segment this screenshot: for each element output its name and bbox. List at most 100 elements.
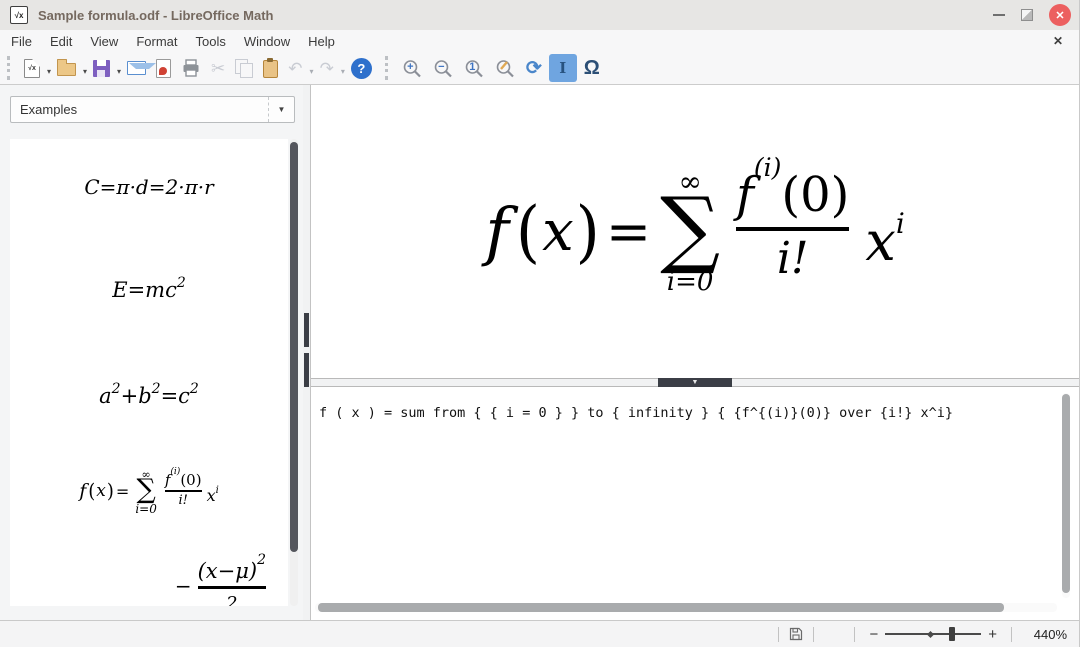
app-window: √x Sample formula.odf - LibreOffice Math… xyxy=(0,0,1080,647)
toolbar-grip[interactable] xyxy=(7,56,12,80)
copy-icon xyxy=(235,59,253,77)
menu-view[interactable]: View xyxy=(81,32,127,51)
example-pythagoras-formula[interactable]: a2+b2=c2 xyxy=(10,383,288,408)
gauss-fraction-bar xyxy=(198,586,266,589)
menu-format[interactable]: Format xyxy=(127,32,186,51)
undo-icon: ↶ xyxy=(288,60,302,77)
mini-f: f xyxy=(79,482,86,501)
vertical-splitter-handle[interactable] xyxy=(304,313,309,347)
formula-preview-area[interactable]: f ( x ) = ∞ ∑ i=0 f(i)(0) i! xi xyxy=(311,85,1079,378)
panel-splitter-horizontal[interactable]: ▼ xyxy=(311,378,1079,387)
formula-equals: = xyxy=(606,205,651,259)
category-selector[interactable]: Examples ▼ xyxy=(10,96,295,123)
show-all-button[interactable] xyxy=(492,54,519,82)
panel-splitter-vertical[interactable] xyxy=(303,85,311,620)
close-document-button[interactable]: ✕ xyxy=(1053,34,1063,48)
print-button[interactable] xyxy=(178,54,204,82)
text-cursor-icon: I xyxy=(552,58,574,78)
statusbar: − + 440% xyxy=(0,621,1079,647)
gauss-den: 2 xyxy=(226,593,237,606)
formula-cursor-button[interactable]: I xyxy=(549,54,577,82)
export-pdf-button[interactable] xyxy=(153,54,174,82)
category-selector-value: Examples xyxy=(11,102,268,117)
menu-tools[interactable]: Tools xyxy=(186,32,234,51)
pdf-icon xyxy=(156,59,171,78)
example-taylor-formula[interactable]: f ( x ) = ∞ ∑ i=0 f(i)(0) i! xyxy=(10,469,288,515)
toolbar-separator xyxy=(385,56,389,80)
open-button[interactable] xyxy=(54,54,79,82)
mini-close-paren: ) xyxy=(107,482,114,501)
statusbar-separator xyxy=(1011,627,1012,642)
rendered-formula: f ( x ) = ∞ ∑ i=0 f(i)(0) i! xi xyxy=(485,168,905,295)
paste-button[interactable] xyxy=(260,54,281,82)
help-icon: ? xyxy=(351,58,372,79)
horizontal-splitter-handle[interactable]: ▼ xyxy=(658,378,732,387)
zoom-in-button[interactable]: + xyxy=(399,54,426,82)
example-circle-formula[interactable]: C=π·d=2·π·r xyxy=(10,175,288,199)
example-gauss-formula[interactable]: − (x−μ)2 2 xyxy=(10,547,288,602)
restore-button[interactable] xyxy=(1021,9,1033,21)
editor-vertical-scrollbar-thumb[interactable] xyxy=(1062,394,1070,593)
zoom-100-button[interactable]: 1 xyxy=(461,54,488,82)
emc-base: E=mc xyxy=(112,278,177,302)
zoom-in-control[interactable]: + xyxy=(983,627,1002,642)
mini-num-arg: (0) xyxy=(180,473,201,488)
update-button[interactable]: ⟳ xyxy=(523,54,545,82)
mini-num-sup: (i) xyxy=(170,468,180,477)
sidebar-scrollbar[interactable] xyxy=(290,139,298,606)
command-editor[interactable]: f ( x ) = sum from { { i = 0 } } to { in… xyxy=(311,387,1079,620)
editor-horizontal-scrollbar-thumb[interactable] xyxy=(318,603,1004,612)
open-dropdown-arrow[interactable]: ▾ xyxy=(83,67,87,76)
pyth-a-sup: 2 xyxy=(112,381,121,397)
mini-fraction-bar xyxy=(165,490,202,492)
scissors-icon: ✂ xyxy=(211,60,225,77)
zoom-slider[interactable] xyxy=(885,626,981,642)
save-dropdown-arrow[interactable]: ▾ xyxy=(117,67,121,76)
gauss-minus: − xyxy=(175,574,192,598)
new-formula-button[interactable]: √x xyxy=(21,54,43,82)
save-floppy-icon xyxy=(93,60,110,77)
titlebar: √x Sample formula.odf - LibreOffice Math… xyxy=(0,0,1079,30)
close-window-button[interactable]: ✕ xyxy=(1049,4,1071,26)
new-dropdown-arrow[interactable]: ▾ xyxy=(47,67,51,76)
app-icon: √x xyxy=(10,6,28,24)
minimize-button[interactable] xyxy=(993,14,1005,16)
sidebar-scrollbar-thumb[interactable] xyxy=(290,142,298,552)
email-document-button[interactable] xyxy=(124,54,149,82)
category-dropdown-button[interactable]: ▼ xyxy=(268,97,294,122)
examples-list: C=π·d=2·π·r E=mc2 a2+b2=c2 f ( x ) = ∞ ∑… xyxy=(10,139,288,606)
zoom-in-icon: + xyxy=(402,58,423,79)
formula-sigma: ∑ xyxy=(660,192,720,266)
mini-sigma: ∑ xyxy=(136,478,155,502)
editor-horizontal-scrollbar[interactable] xyxy=(315,603,1057,612)
menu-window[interactable]: Window xyxy=(235,32,299,51)
editor-vertical-scrollbar[interactable] xyxy=(1062,393,1070,598)
window-title: Sample formula.odf - LibreOffice Math xyxy=(38,8,273,23)
statusbar-separator xyxy=(854,627,855,642)
formula-num-sup: (i) xyxy=(754,155,782,180)
menu-edit[interactable]: Edit xyxy=(41,32,81,51)
zoom-out-button[interactable]: − xyxy=(430,54,457,82)
redo-icon: ↷ xyxy=(320,60,334,77)
zoom-slider-thumb[interactable] xyxy=(949,627,955,641)
formula-num-f: f xyxy=(736,171,754,219)
vertical-splitter-handle[interactable] xyxy=(304,353,309,387)
symbols-catalog-button[interactable]: Ω xyxy=(581,54,603,82)
new-document-icon: √x xyxy=(24,59,40,78)
zoom-level-value[interactable]: 440% xyxy=(1021,627,1067,642)
email-icon xyxy=(127,61,146,75)
mini-var: x xyxy=(207,488,216,504)
menu-file[interactable]: File xyxy=(2,32,41,51)
mini-open-paren: ( xyxy=(88,482,95,501)
printer-icon xyxy=(181,58,201,78)
save-button[interactable] xyxy=(90,54,113,82)
formula-command-text[interactable]: f ( x ) = sum from { { i = 0 } } to { in… xyxy=(311,387,1079,421)
mini-var-sup: i xyxy=(216,485,219,496)
example-emc2-formula[interactable]: E=mc2 xyxy=(10,277,288,302)
pyth-b-sup: 2 xyxy=(152,381,161,397)
help-button[interactable]: ? xyxy=(348,54,375,82)
zoom-out-control[interactable]: − xyxy=(864,627,883,642)
save-status-icon[interactable] xyxy=(788,626,804,642)
menu-help[interactable]: Help xyxy=(299,32,344,51)
show-all-icon xyxy=(495,58,516,79)
